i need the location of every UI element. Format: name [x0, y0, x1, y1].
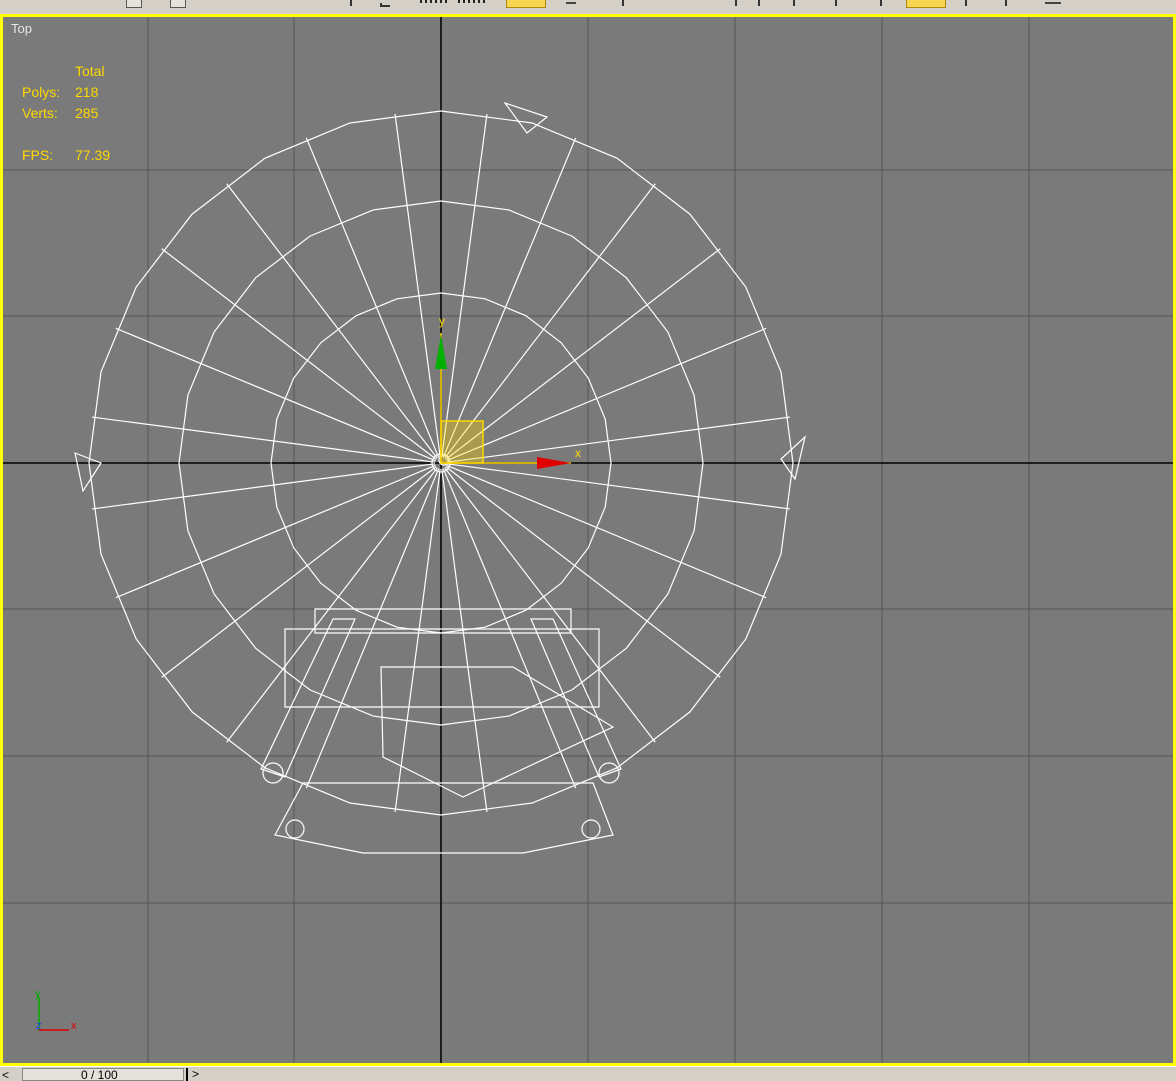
snap-spinner[interactable] — [420, 0, 450, 3]
scale-icon[interactable] — [622, 0, 624, 6]
schematic-icon[interactable] — [880, 0, 882, 6]
dish-spoke — [226, 183, 438, 459]
bolt — [285, 819, 305, 839]
verts-label: Verts: — [22, 105, 58, 121]
dish-wireframe — [74, 101, 807, 854]
render-icon[interactable] — [1005, 0, 1007, 6]
tripod-z-label: z — [36, 1020, 42, 1032]
dish-spoke — [226, 467, 438, 743]
layers-icon[interactable] — [793, 0, 795, 6]
rotate-icon[interactable] — [566, 2, 576, 4]
gizmo-x-arrow — [537, 457, 571, 469]
tripod-y-label: y — [35, 988, 41, 1000]
fps-label: FPS: — [22, 147, 54, 163]
angle-snap-spinner[interactable] — [458, 0, 486, 3]
viewport-scene[interactable]: yx — [3, 17, 1173, 1063]
material-editor-button[interactable] — [906, 0, 946, 8]
dish-spoke — [161, 248, 437, 460]
viewport-label[interactable]: Top — [11, 21, 32, 36]
quick-render-icon[interactable] — [1045, 2, 1061, 4]
feed-cone-left — [74, 452, 102, 493]
axis-tripod-icon: y x z — [35, 988, 77, 1032]
dish-spoke — [444, 467, 656, 743]
gizmo-x-label: x — [575, 446, 581, 460]
dish-spoke — [445, 466, 721, 678]
mount-body — [380, 666, 615, 798]
select-object-button[interactable] — [126, 0, 142, 8]
time-slider[interactable]: 0 / 100 — [22, 1068, 184, 1081]
select-region-button[interactable] — [170, 0, 186, 8]
tripod-x-label: x — [71, 1020, 77, 1032]
transform-gizmo: yx — [435, 314, 581, 469]
gizmo-plane — [440, 420, 484, 464]
main-toolbar — [0, 0, 1176, 15]
time-slider-prev[interactable]: < — [2, 1069, 16, 1081]
gizmo-y-label: y — [439, 314, 445, 328]
dish-spoke — [161, 466, 437, 678]
select-move-button[interactable] — [506, 0, 546, 8]
dish-spoke — [444, 183, 656, 459]
link-icon[interactable] — [380, 3, 390, 7]
undo-icon[interactable] — [350, 0, 352, 6]
top-viewport[interactable]: yx Top Total Polys: 218 Verts: 285 FPS: … — [0, 14, 1176, 1066]
polys-label: Polys: — [22, 84, 61, 100]
gizmo-y-arrow — [435, 335, 447, 369]
strut-left — [260, 618, 356, 778]
stats-header: Total — [75, 63, 105, 79]
time-slider-next[interactable]: > — [186, 1068, 204, 1081]
verts-value: 285 — [75, 105, 99, 121]
polys-value: 218 — [75, 84, 99, 100]
feed-cone-top — [503, 101, 549, 134]
bolt — [581, 819, 601, 839]
curve-editor-icon[interactable] — [835, 0, 837, 6]
feed-cone-right — [780, 435, 807, 481]
time-slider-bar: < 0 / 100 > — [0, 1066, 1176, 1081]
time-slider-frame: 0 / 100 — [81, 1068, 118, 1081]
dish-spoke — [445, 248, 721, 460]
render-setup-icon[interactable] — [965, 0, 967, 6]
mirror-icon[interactable] — [735, 0, 737, 6]
align-icon[interactable] — [758, 0, 760, 6]
strut-right — [530, 618, 622, 778]
viewport-grid — [3, 17, 1173, 1063]
fps-value: 77.39 — [75, 147, 111, 163]
